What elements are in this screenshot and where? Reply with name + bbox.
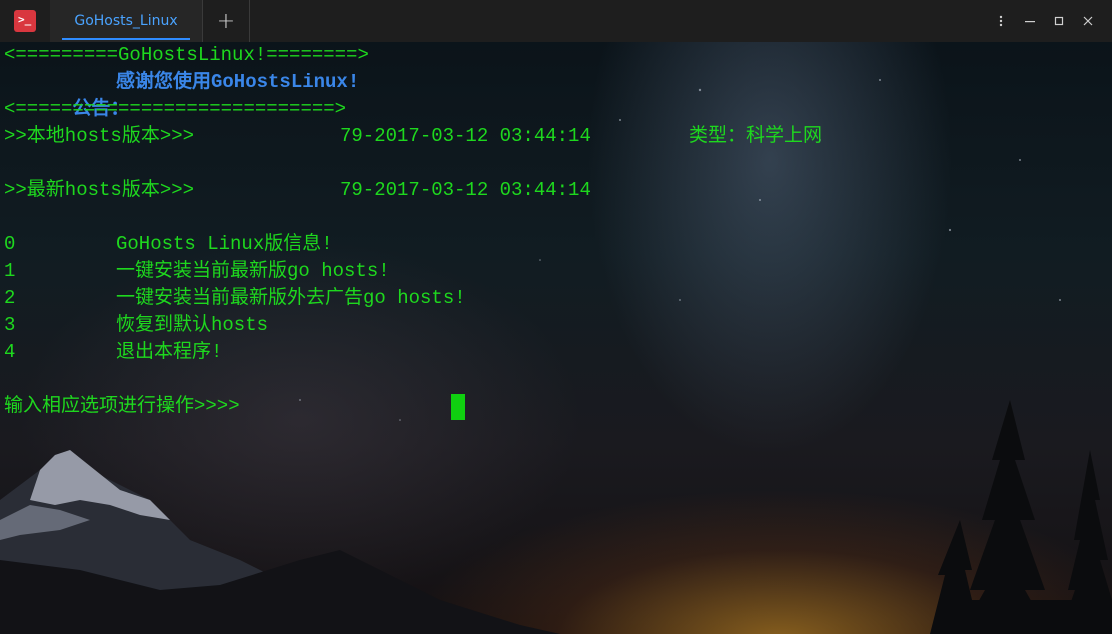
maximize-button[interactable] — [1044, 0, 1073, 42]
close-icon — [1083, 16, 1092, 26]
close-button[interactable] — [1073, 0, 1102, 42]
menu-option-key: 4 — [4, 341, 16, 363]
more-vertical-icon — [999, 15, 1002, 27]
local-version-value: 79-2017-03-12 03:44:14 — [340, 125, 591, 147]
minimize-icon — [1024, 21, 1035, 23]
titlebar-drag-area[interactable] — [250, 0, 986, 42]
tab-gohosts-linux[interactable]: GoHosts_Linux — [50, 0, 202, 42]
terminal-window: >_ GoHosts_Linux + <=========GoHostsLinu… — [0, 0, 1112, 634]
terminal-prompt-icon: >_ — [18, 13, 32, 26]
menu-button[interactable] — [986, 0, 1015, 42]
menu-option-key: 3 — [4, 314, 16, 336]
menu-option-label: GoHosts Linux版信息! — [116, 233, 333, 255]
menu-option-key: 1 — [4, 260, 16, 282]
menu-option-label: 一键安装当前最新版go hosts! — [116, 260, 390, 282]
local-version-label: >>本地hosts版本>>> — [4, 125, 195, 147]
menu-option-key: 0 — [4, 233, 16, 255]
menu-option-key: 2 — [4, 287, 16, 309]
banner-top: <=========GoHostsLinux!========> — [4, 44, 369, 66]
maximize-icon — [1054, 16, 1063, 26]
minimize-button[interactable] — [1015, 0, 1044, 42]
plus-icon: + — [216, 8, 236, 34]
menu-option-label: 一键安装当前最新版外去广告go hosts! — [116, 287, 466, 309]
terminal-output[interactable]: <=========GoHostsLinux!========> 公告： 感谢您… — [0, 42, 1112, 634]
new-tab-button[interactable]: + — [203, 0, 249, 42]
title-bar: >_ GoHosts_Linux + — [0, 0, 1112, 42]
input-prompt: 输入相应选项进行操作>>>> — [4, 395, 240, 417]
notice-text: 感谢您使用GoHostsLinux! — [116, 71, 360, 93]
menu-option-label: 恢复到默认hosts — [116, 314, 269, 336]
banner-bottom: <============================> — [4, 98, 347, 120]
tab-title: GoHosts_Linux — [74, 13, 178, 29]
text-cursor[interactable] — [451, 394, 465, 420]
latest-version-label: >>最新hosts版本>>> — [4, 179, 195, 201]
menu-option-label: 退出本程序! — [116, 341, 223, 363]
latest-version-value: 79-2017-03-12 03:44:14 — [340, 179, 591, 201]
terminal-app-icon[interactable]: >_ — [14, 10, 36, 32]
hosts-type: 类型：科学上网 — [689, 125, 823, 147]
